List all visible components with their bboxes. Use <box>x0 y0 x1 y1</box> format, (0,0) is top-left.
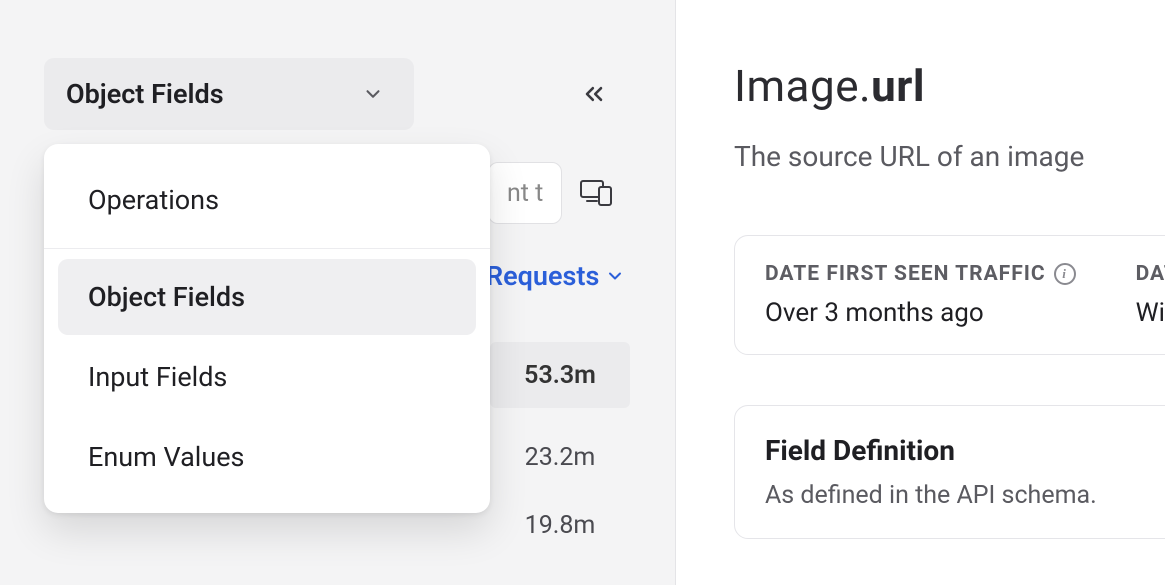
option-label: Input Fields <box>88 361 227 393</box>
dropdown-option-input-fields[interactable]: Input Fields <box>58 339 476 415</box>
traffic-meta-card: DATE FIRST SEEN TRAFFIC i Over 3 months … <box>734 235 1165 355</box>
chevron-double-left-icon <box>580 80 608 108</box>
view-selector-button[interactable]: Object Fields <box>44 58 414 130</box>
requests-column-header[interactable]: Requests <box>486 260 625 292</box>
info-icon[interactable]: i <box>1054 263 1076 285</box>
option-label: Object Fields <box>88 281 245 313</box>
requests-value: 19.8m <box>525 511 596 540</box>
requests-cell[interactable]: 19.8m <box>490 492 630 558</box>
option-label: Enum Values <box>88 441 245 473</box>
chevron-down-icon <box>605 266 625 286</box>
requests-column-label: Requests <box>486 260 599 292</box>
meta-label: DAT <box>1136 262 1165 286</box>
detail-panel: Image.url The source URL of an image DAT… <box>676 0 1165 585</box>
dropdown-option-object-fields[interactable]: Object Fields <box>58 259 476 335</box>
partial-input-fragment: nt t <box>488 162 562 224</box>
partial-input-text: nt t <box>507 179 543 208</box>
option-label: Operations <box>88 184 219 216</box>
view-selector-dropdown: Operations Object Fields Input Fields En… <box>44 144 490 513</box>
chevron-down-icon <box>362 83 384 105</box>
type-name: Image. <box>734 60 871 112</box>
collapse-panel-button[interactable] <box>570 70 618 118</box>
dropdown-separator <box>44 248 490 249</box>
devices-button[interactable] <box>572 168 620 216</box>
requests-cell[interactable]: 23.2m <box>490 424 630 490</box>
view-selector-label: Object Fields <box>66 78 362 110</box>
meta-value: Over 3 months ago <box>765 298 1076 328</box>
field-description: The source URL of an image <box>734 140 1165 173</box>
requests-cell[interactable]: 53.3m <box>490 342 630 408</box>
meta-label-text: DAT <box>1136 262 1165 286</box>
left-panel: Object Fields nt t Requests 53.3m 23.2m … <box>0 0 675 585</box>
field-title: Image.url <box>734 60 1165 112</box>
definition-title: Field Definition <box>765 434 1165 467</box>
definition-subtitle: As defined in the API schema. <box>765 481 1165 510</box>
requests-value: 23.2m <box>525 443 596 472</box>
requests-value: 53.3m <box>524 361 596 390</box>
field-name: url <box>871 60 925 112</box>
dropdown-option-enum-values[interactable]: Enum Values <box>58 419 476 495</box>
meta-first-seen: DATE FIRST SEEN TRAFFIC i Over 3 months … <box>765 262 1076 328</box>
dropdown-option-operations[interactable]: Operations <box>58 162 476 238</box>
field-definition-card: Field Definition As defined in the API s… <box>734 405 1165 539</box>
meta-label: DATE FIRST SEEN TRAFFIC i <box>765 262 1076 286</box>
devices-icon <box>579 177 613 207</box>
meta-label-text: DATE FIRST SEEN TRAFFIC <box>765 262 1046 286</box>
meta-value: Wit <box>1136 298 1165 328</box>
meta-second: DAT Wit <box>1136 262 1165 328</box>
